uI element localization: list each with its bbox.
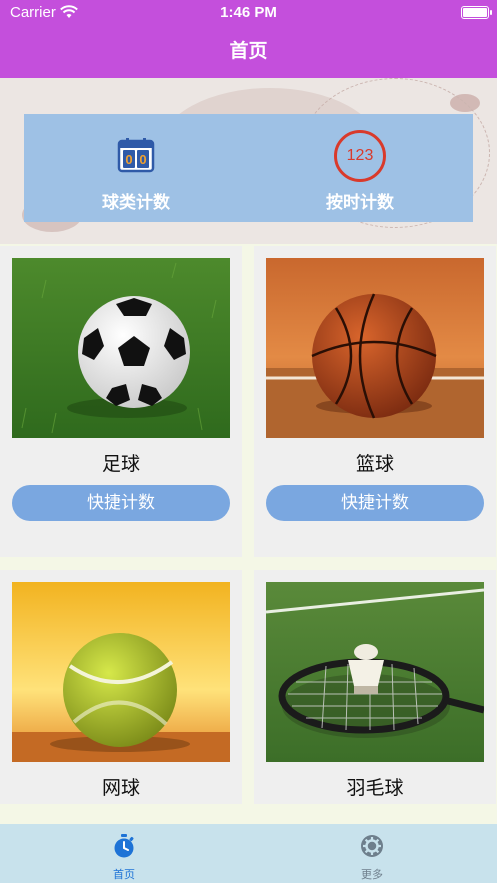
timed-count-label: 按时计数	[326, 193, 394, 213]
ball-count-button[interactable]: 0 0 球类计数	[24, 114, 248, 222]
tab-home-label: 首页	[113, 868, 135, 881]
sport-card-basketball: 篮球 快捷计数	[254, 246, 496, 557]
counter-panel: 0 0 球类计数 123 按时计数	[24, 114, 473, 222]
sport-name: 篮球	[355, 453, 394, 475]
tab-more[interactable]: 更多	[248, 824, 496, 883]
page-title: 首页	[229, 40, 268, 62]
tab-bar: 首页 更多	[0, 824, 497, 883]
scoreboard-icon: 0 0	[117, 136, 155, 174]
sport-name: 网球	[101, 777, 140, 799]
quick-count-button[interactable]: 快捷计数	[12, 485, 230, 521]
tab-home[interactable]: 首页	[0, 824, 248, 883]
sport-name: 足球	[101, 453, 140, 475]
timed-count-button[interactable]: 123 按时计数	[248, 114, 472, 222]
battery-icon	[461, 6, 492, 19]
svg-text:0: 0	[125, 152, 132, 167]
soccer-ball-photo	[12, 258, 230, 438]
navigation-bar: Carrier 1:46 PM 首页	[0, 0, 497, 78]
timer-123-icon: 123	[334, 130, 386, 182]
svg-text:0: 0	[139, 152, 146, 167]
clock: 1:46 PM	[220, 4, 277, 21]
sport-card-tennis: 网球	[0, 570, 242, 804]
tab-more-label: 更多	[361, 868, 383, 881]
badminton-photo	[266, 582, 484, 762]
sport-name: 羽毛球	[346, 777, 404, 799]
sport-card-soccer: 足球 快捷计数	[0, 246, 242, 557]
sport-card-badminton: 羽毛球	[254, 570, 496, 804]
header-banner: 0 0 球类计数 123 按时计数	[0, 78, 497, 244]
basketball-photo	[266, 258, 484, 438]
ball-count-label: 球类计数	[102, 193, 170, 213]
stopwatch-icon	[112, 834, 136, 858]
status-bar: Carrier 1:46 PM	[0, 0, 497, 26]
quick-count-button[interactable]: 快捷计数	[266, 485, 484, 521]
tennis-ball-photo	[12, 582, 230, 762]
gear-icon	[360, 834, 384, 858]
